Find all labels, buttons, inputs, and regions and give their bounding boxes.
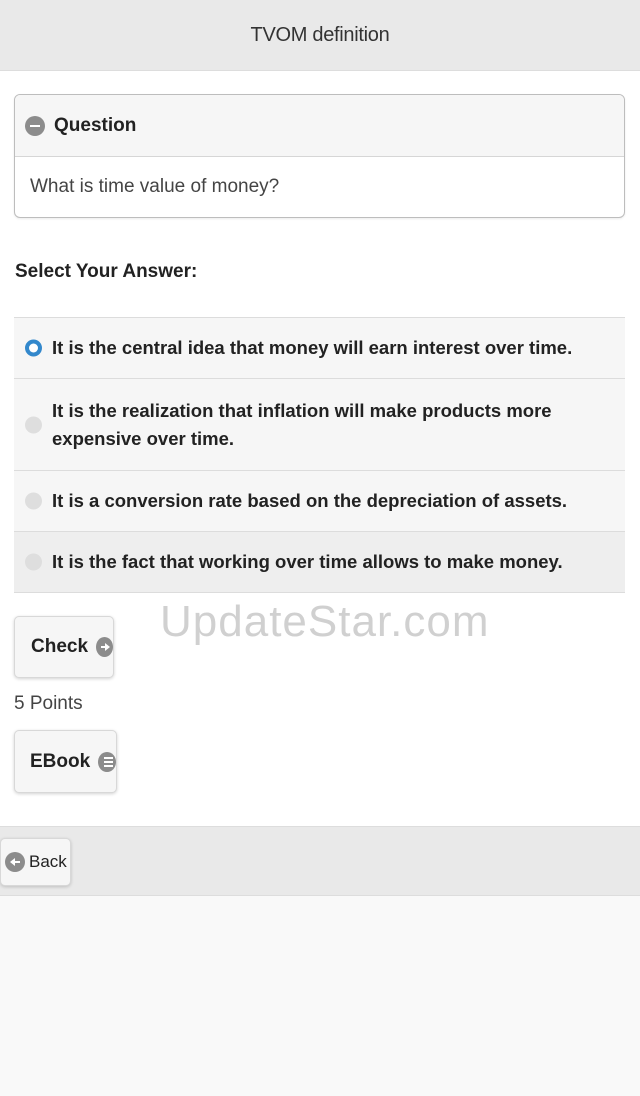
radio-unselected-icon[interactable] [25, 553, 42, 571]
watermark-text: UpdateStar.com [160, 597, 490, 646]
question-card: Question What is time value of money? [14, 94, 625, 218]
answer-option-label: It is the central idea that money will e… [52, 337, 573, 358]
points-label: 5 Points [14, 693, 83, 714]
answer-option-label: It is a conversion rate based on the dep… [52, 490, 568, 511]
question-heading: Question [54, 114, 137, 136]
answer-prompt: Select Your Answer: [15, 261, 198, 282]
check-button-label: Check [31, 636, 89, 657]
empty-bottom-area [0, 896, 640, 1096]
answer-option-2[interactable]: It is the realization that inflation wil… [14, 379, 625, 471]
answer-option-label: It is the fact that working over time al… [52, 551, 563, 572]
back-button-label: Back [29, 852, 67, 871]
radio-unselected-icon[interactable] [25, 492, 42, 510]
ebook-button[interactable]: EBook [14, 730, 117, 793]
answer-option-label: It is the realization that inflation wil… [52, 399, 552, 449]
question-collapsible-header[interactable]: Question [15, 95, 624, 157]
check-button[interactable]: Check [14, 616, 114, 678]
collapse-minus-icon[interactable] [25, 115, 45, 136]
header-bar: TVOM definition [0, 0, 640, 71]
question-text: What is time value of money? [30, 176, 280, 197]
arrow-left-icon [5, 852, 25, 872]
radio-unselected-icon[interactable] [25, 416, 42, 433]
answer-option-1[interactable]: It is the central idea that money will e… [14, 318, 625, 379]
page-title: TVOM definition [250, 23, 390, 46]
main-content: Question What is time value of money? Se… [0, 71, 640, 826]
list-icon [98, 751, 116, 772]
answer-option-4[interactable]: It is the fact that working over time al… [14, 532, 625, 593]
back-button[interactable]: Back [0, 838, 71, 886]
ebook-button-label: EBook [30, 750, 91, 772]
answer-list: It is the central idea that money will e… [14, 317, 625, 593]
arrow-right-icon [96, 637, 113, 657]
answer-option-3[interactable]: It is a conversion rate based on the dep… [14, 471, 625, 532]
footer-bar: Back [0, 826, 640, 896]
radio-selected-icon[interactable] [25, 339, 42, 357]
